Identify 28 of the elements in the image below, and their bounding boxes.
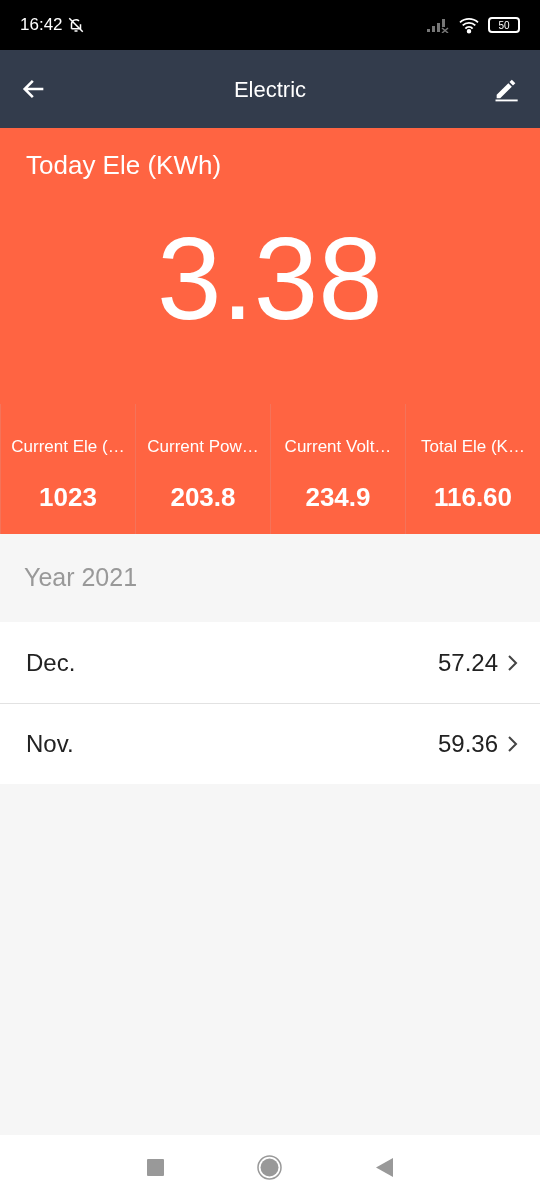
- stat-label: Current Ele (…: [11, 436, 125, 458]
- battery-indicator: 50: [488, 17, 520, 33]
- signal-icon: [426, 17, 450, 33]
- back-nav-icon[interactable]: [376, 1158, 394, 1177]
- wifi-icon: [458, 16, 480, 34]
- stat-value: 1023: [39, 480, 97, 514]
- month-name: Nov.: [26, 729, 74, 759]
- today-value: 3.38: [157, 221, 383, 337]
- stat-label: Current Volt…: [284, 436, 392, 458]
- stat-value: 203.8: [170, 480, 236, 514]
- year-heading: Year 2021: [24, 562, 138, 594]
- home-icon[interactable]: [257, 1155, 283, 1180]
- status-time: 16:42: [20, 14, 63, 37]
- month-value: 57.24: [437, 647, 498, 678]
- stat-value: 234.9: [305, 480, 371, 514]
- month-row[interactable]: Nov. 59.36: [0, 703, 540, 784]
- muted-bell-icon: [66, 16, 85, 34]
- chevron-right-icon: [506, 735, 518, 753]
- stat-value: 116.60: [433, 480, 513, 514]
- month-value: 59.36: [437, 729, 498, 759]
- stat-label: Current Pow…: [147, 436, 259, 458]
- header-title: Electric: [233, 75, 307, 104]
- today-label: Today Ele (KWh): [26, 149, 223, 182]
- chevron-right-icon: [506, 653, 518, 672]
- month-row[interactable]: Dec. 57.24: [0, 622, 540, 703]
- stat-label: Total Ele (K…: [421, 436, 525, 458]
- recents-icon[interactable]: [146, 1159, 164, 1176]
- month-name: Dec.: [26, 647, 76, 678]
